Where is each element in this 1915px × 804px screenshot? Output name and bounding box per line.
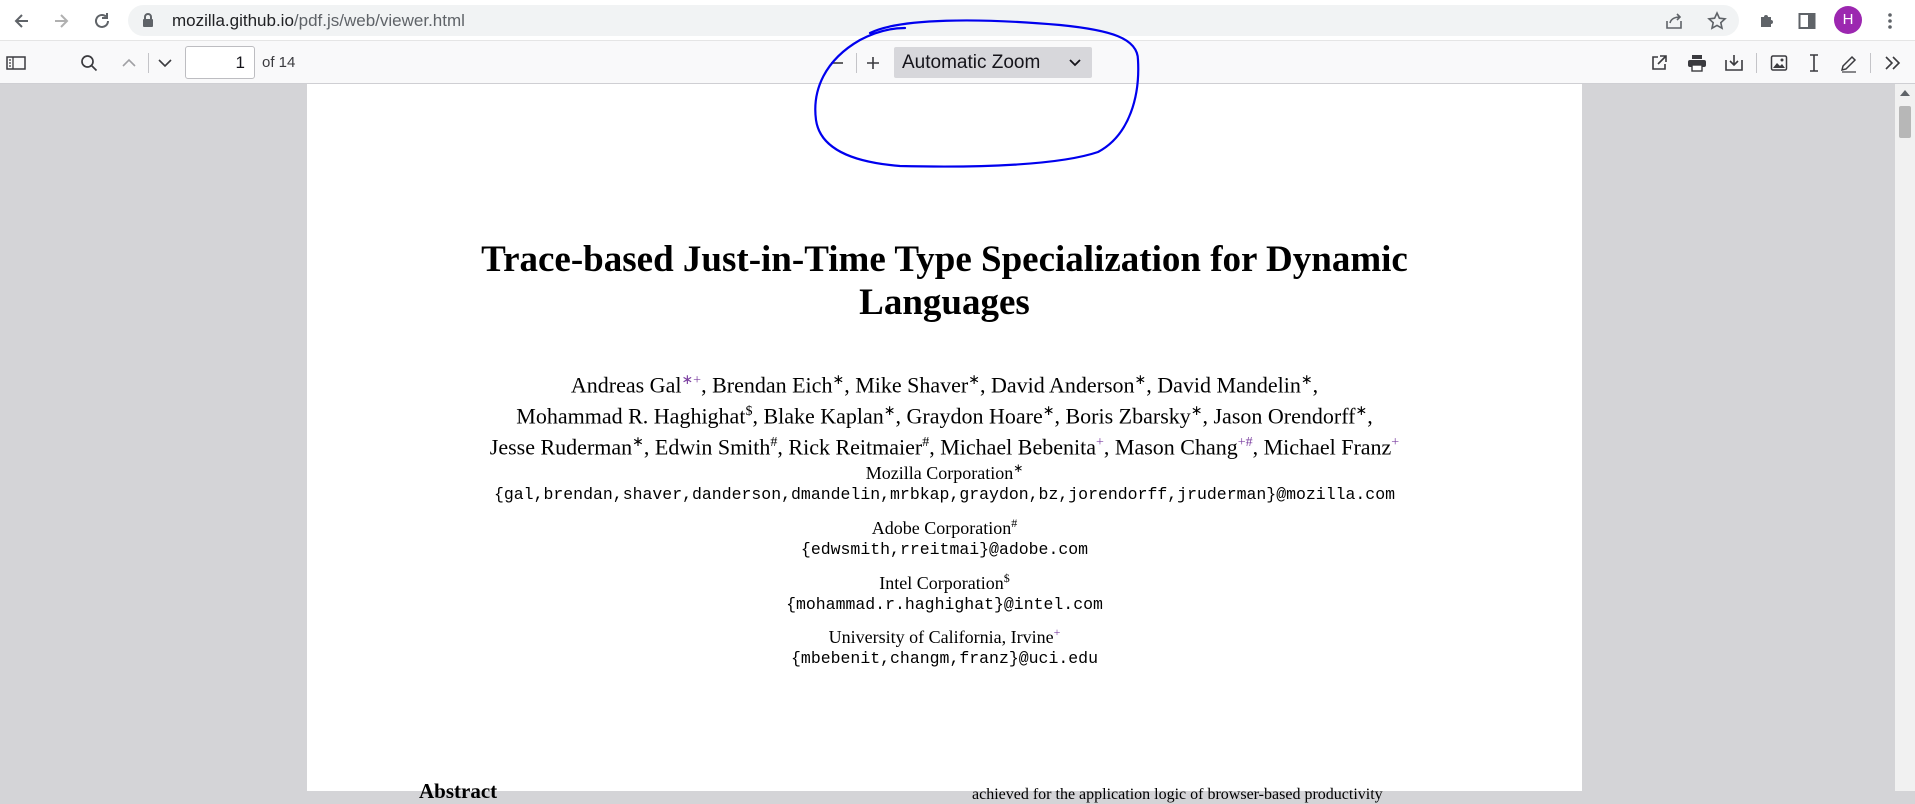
affiliation-org: Intel Corporation <box>879 573 1004 593</box>
vertical-scrollbar[interactable] <box>1895 84 1915 791</box>
sidebar-toggle-icon[interactable] <box>3 50 29 76</box>
author-name: , Mike Shaver <box>844 372 969 398</box>
author-name: Jesse Ruderman <box>489 433 633 459</box>
affiliation: Mozilla Corporation∗ {gal,brendan,shaver… <box>307 457 1582 506</box>
author-name: , David Mandelin <box>1146 372 1301 398</box>
forward-arrow-icon[interactable] <box>48 8 74 34</box>
affiliation-mark: + <box>1053 625 1061 639</box>
author-name: , Michael Bebenita <box>929 433 1096 459</box>
paper-title: Trace-based Just-in-Time Type Specializa… <box>307 238 1582 324</box>
zoom-select-value: Automatic Zoom <box>902 52 1041 73</box>
toolbar-separator <box>148 53 149 73</box>
lock-icon[interactable] <box>142 13 154 33</box>
browser-toolbar: mozilla.github.io/pdf.js/web/viewer.html… <box>0 0 1915 41</box>
author-name: , Brendan Eich <box>701 372 833 398</box>
author-name: , <box>1312 372 1319 398</box>
affiliation-org: University of California, Irvine <box>828 627 1054 647</box>
author-name: , Graydon Hoare <box>895 403 1043 429</box>
address-bar[interactable]: mozilla.github.io/pdf.js/web/viewer.html <box>128 5 1739 36</box>
affiliation-mark: $ <box>1003 571 1010 585</box>
author-name: , Michael Franz <box>1252 433 1392 459</box>
draw-icon[interactable] <box>1836 50 1862 76</box>
affiliation: Intel Corporation$ {mohammad.r.haghighat… <box>307 567 1582 616</box>
pdf-page: Trace-based Just-in-Time Type Specializa… <box>307 84 1582 803</box>
affiliation-org: Mozilla Corporation <box>865 463 1014 483</box>
author-line: Mohammad R. Haghighat$, Blake Kaplan∗, G… <box>307 399 1582 430</box>
author-mark: ∗+ <box>681 373 702 388</box>
reload-icon[interactable] <box>89 8 115 34</box>
zoom-select[interactable]: Automatic Zoom <box>894 47 1092 78</box>
side-panel-icon[interactable] <box>1795 9 1819 33</box>
author-line: Jesse Ruderman∗, Edwin Smith#, Rick Reit… <box>307 430 1582 461</box>
affiliation-emails: {mbebenit,changm,franz}@uci.edu <box>791 649 1098 668</box>
author-name: , Blake Kaplan <box>752 403 884 429</box>
affiliation-emails: {edwsmith,rreitmai}@adobe.com <box>800 540 1089 559</box>
next-page-icon[interactable] <box>152 50 178 76</box>
scrollbar-thumb[interactable] <box>1899 106 1911 138</box>
star-icon[interactable] <box>1706 10 1728 32</box>
author-name: , Rick Reitmaier <box>777 433 923 459</box>
paper-title-line-1: Trace-based Just-in-Time Type Specializa… <box>481 239 1408 280</box>
author-name: , Boris Zbarsky <box>1054 403 1191 429</box>
author-list: Andreas Gal∗+, Brendan Eich∗, Mike Shave… <box>307 368 1582 460</box>
profile-avatar[interactable]: H <box>1834 6 1862 34</box>
author-name: Mohammad R. Haghighat <box>516 403 746 429</box>
text-editor-icon[interactable] <box>1801 50 1827 76</box>
affiliation-emails: {gal,brendan,shaver,danderson,dmandelin,… <box>493 485 1396 504</box>
toolbar-separator <box>856 53 857 73</box>
affiliation-mark: # <box>1011 516 1018 530</box>
back-arrow-icon[interactable] <box>9 8 35 34</box>
affiliation: Adobe Corporation# {edwsmith,rreitmai}@a… <box>307 512 1582 561</box>
kebab-menu-icon[interactable] <box>1878 9 1902 33</box>
print-icon[interactable] <box>1684 50 1710 76</box>
author-name: , Edwin Smith <box>643 433 771 459</box>
pdf-toolbar: 1 of 14 Automatic Zoom <box>0 41 1915 84</box>
author-mark: ∗ <box>1190 403 1203 419</box>
author-name: , Jason Orendorff <box>1202 403 1356 429</box>
share-icon[interactable] <box>1664 10 1686 32</box>
author-mark: ∗ <box>883 403 896 419</box>
author-mark: ∗ <box>1134 373 1147 388</box>
search-icon[interactable] <box>76 50 102 76</box>
column-text: achieved for the application logic of br… <box>972 786 1383 803</box>
tools-menu-icon[interactable] <box>1880 50 1906 76</box>
zoom-in-icon[interactable] <box>860 50 886 76</box>
url-path: /pdf.js/web/viewer.html <box>293 11 465 30</box>
url-text[interactable]: mozilla.github.io/pdf.js/web/viewer.html <box>172 11 465 31</box>
puzzle-icon[interactable] <box>1755 9 1779 33</box>
affiliation-mark: ∗ <box>1013 461 1024 475</box>
author-name: Andreas Gal <box>570 372 682 398</box>
paper-title-line-2: Languages <box>859 282 1030 323</box>
author-name: , David Anderson <box>979 372 1135 398</box>
previous-page-icon[interactable] <box>116 50 142 76</box>
author-mark: + <box>1391 434 1400 450</box>
author-name: , Mason Chang <box>1103 433 1238 459</box>
affiliation-emails: {mohammad.r.haghighat}@intel.com <box>786 595 1103 614</box>
toolbar-separator <box>1870 53 1871 73</box>
chevron-down-icon <box>1068 50 1082 84</box>
scroll-up-arrow-icon[interactable] <box>1900 90 1910 96</box>
download-icon[interactable] <box>1721 50 1747 76</box>
image-editor-icon[interactable] <box>1766 50 1792 76</box>
zoom-out-icon[interactable] <box>824 50 850 76</box>
author-mark: +# <box>1237 434 1253 450</box>
page-number-input[interactable]: 1 <box>185 46 255 79</box>
affiliation: University of California, Irvine+ {mbebe… <box>307 621 1582 670</box>
author-mark: ∗ <box>968 373 980 388</box>
author-mark: ∗ <box>632 434 644 450</box>
toolbar-separator <box>1756 53 1757 73</box>
url-host: mozilla.github.io <box>172 11 294 30</box>
author-mark: + <box>1095 434 1104 450</box>
author-mark: ∗ <box>832 373 845 388</box>
author-mark: ∗ <box>1300 373 1313 388</box>
author-name: , <box>1367 403 1373 429</box>
author-mark: ∗ <box>1355 403 1368 419</box>
presentation-mode-icon[interactable] <box>1646 50 1672 76</box>
abstract-heading: Abstract <box>419 779 498 803</box>
affiliation-org: Adobe Corporation <box>871 518 1012 538</box>
author-mark: ∗ <box>1042 403 1055 419</box>
page-count-label: of 14 <box>262 54 296 71</box>
author-line: Andreas Gal∗+, Brendan Eich∗, Mike Shave… <box>307 368 1582 399</box>
